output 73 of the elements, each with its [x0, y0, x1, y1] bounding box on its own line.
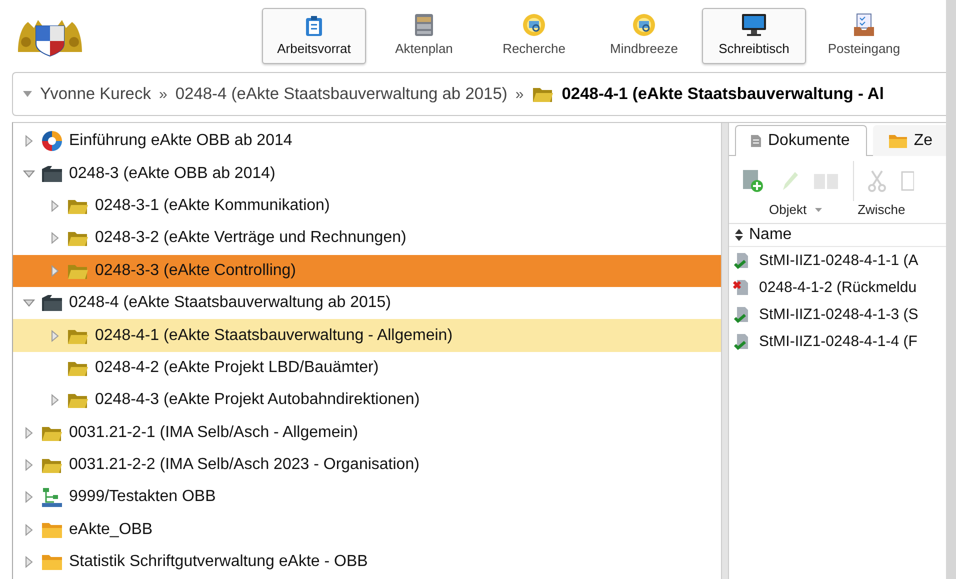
- expand-arrow-icon[interactable]: [23, 459, 35, 472]
- document-error-icon: [733, 278, 751, 296]
- tree-item[interactable]: 0248-4-2 (eAkte Projekt LBD/Bauämter): [13, 352, 721, 384]
- document-check-icon: [733, 332, 751, 350]
- expand-arrow-icon[interactable]: [23, 556, 35, 568]
- collapse-arrow-icon[interactable]: [23, 297, 35, 310]
- tree-item[interactable]: 0248-4-3 (eAkte Projekt Autobahndirektionen): [13, 384, 721, 417]
- monitor-icon: [741, 13, 767, 37]
- tree-item[interactable]: 0031.21-2-1 (IMA Selb/Asch - Allgemein): [13, 416, 721, 449]
- folder-icon: [41, 456, 63, 474]
- tree-item[interactable]: 0248-3 (eAkte OBB ab 2014): [13, 157, 721, 190]
- tree-item[interactable]: 0248-4-1 (eAkte Staatsbauverwaltung - Allgemein): [13, 319, 721, 352]
- document-row[interactable]: 0248-4-1-2 (Rückmeldu: [729, 274, 946, 301]
- inbox-icon: [853, 13, 875, 37]
- network-icon: [41, 486, 63, 508]
- folder-icon: [532, 85, 554, 103]
- dark-folder-icon: [41, 164, 63, 183]
- folder-icon: [67, 391, 89, 410]
- tab[interactable]: Ze: [872, 125, 946, 156]
- caret-icon[interactable]: [23, 91, 32, 97]
- folder-icon: [67, 229, 89, 248]
- dropdown-caret-icon[interactable]: [814, 208, 822, 212]
- document-icon: [750, 134, 762, 148]
- tree-item[interactable]: eAkte_OBB: [13, 514, 721, 546]
- folder-icon: [888, 133, 908, 149]
- dark-folder-icon: [41, 294, 63, 312]
- cabinet-icon: [413, 13, 435, 37]
- expand-arrow-icon[interactable]: [49, 200, 61, 212]
- colored-ring-icon: [41, 130, 63, 152]
- breadcrumb-link[interactable]: 0248-4 (eAkte Staatsbauverwaltung ab 2015): [175, 84, 508, 104]
- tree-item[interactable]: 9999/Testakten OBB: [13, 481, 721, 514]
- tree-item[interactable]: 0248-3-3 (eAkte Controlling): [13, 254, 721, 287]
- search-icon: [632, 13, 656, 37]
- toolbar-button[interactable]: Posteingang: [812, 8, 916, 64]
- clipboard-icon: [304, 15, 324, 37]
- expand-arrow-icon[interactable]: [23, 135, 35, 148]
- breadcrumb-link[interactable]: Yvonne Kureck: [40, 84, 151, 104]
- group-label: Objekt: [769, 202, 822, 217]
- document-check-icon: [733, 252, 751, 270]
- tree-item[interactable]: 0248-3-2 (eAkte Verträge und Rechnungen): [13, 222, 721, 255]
- collapse-arrow-icon[interactable]: [23, 168, 35, 180]
- toolbar-button[interactable]: Aktenplan: [372, 8, 476, 64]
- toolbar-button[interactable]: Schreibtisch: [702, 8, 806, 64]
- expand-arrow-icon[interactable]: [49, 264, 61, 277]
- expand-arrow-icon[interactable]: [23, 524, 35, 536]
- folder-icon: [41, 520, 63, 539]
- expand-arrow-icon[interactable]: [49, 232, 61, 244]
- breadcrumb-separator: »: [159, 86, 168, 102]
- add-icon[interactable]: [741, 169, 765, 193]
- expand-arrow-icon[interactable]: [49, 330, 61, 342]
- column-header[interactable]: Name: [729, 224, 946, 247]
- expand-arrow-icon[interactable]: [49, 394, 61, 406]
- tree-item[interactable]: Einführung eAkte OBB ab 2014: [13, 125, 721, 158]
- breadcrumb-current: 0248-4-1 (eAkte Staatsbauverwaltung - Al: [562, 84, 884, 104]
- toolbar-button[interactable]: Arbeitsvorrat: [262, 8, 366, 64]
- document-row[interactable]: StMI-IIZ1-0248-4-1-1 (A: [729, 247, 946, 274]
- group-label: Zwische: [858, 202, 906, 217]
- breadcrumb-separator: »: [515, 86, 524, 102]
- document-row[interactable]: StMI-IIZ1-0248-4-1-3 (S: [729, 301, 946, 328]
- tree-item[interactable]: Statistik Schriftgutverwaltung eAkte - OBB: [13, 546, 721, 578]
- toolbar-button[interactable]: Mindbreeze: [592, 8, 696, 64]
- tree-item[interactable]: 0248-3-1 (eAkte Kommunikation): [13, 190, 721, 222]
- sort-icon: [735, 229, 743, 241]
- tab[interactable]: Dokumente: [735, 125, 867, 156]
- document-row[interactable]: StMI-IIZ1-0248-4-1-4 (F: [729, 328, 946, 355]
- tree-item[interactable]: 0031.21-2-2 (IMA Selb/Asch 2023 - Organisation): [13, 448, 721, 482]
- toolbar-button[interactable]: Recherche: [482, 8, 586, 64]
- folder-icon: [41, 553, 63, 572]
- search-icon: [522, 13, 546, 37]
- document-check-icon: [733, 306, 751, 324]
- tree-item[interactable]: 0248-4 (eAkte Staatsbauverwaltung ab 2015): [13, 286, 721, 320]
- expand-arrow-icon[interactable]: [23, 491, 35, 504]
- expand-arrow-icon[interactable]: [23, 426, 35, 439]
